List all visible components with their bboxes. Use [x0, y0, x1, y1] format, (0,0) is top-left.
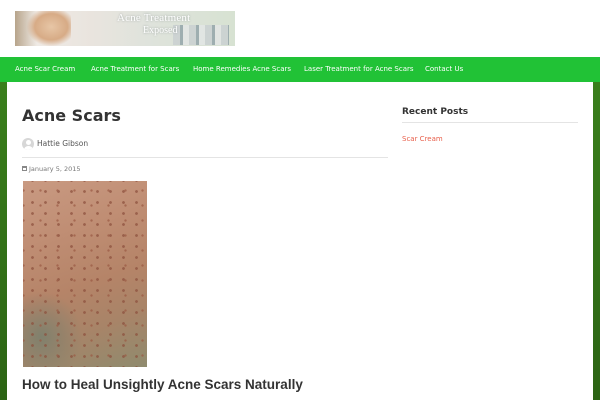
sidebar-widget-title: Recent Posts — [402, 107, 469, 117]
banner-products-image — [173, 25, 229, 45]
background-right-edge — [593, 82, 600, 400]
nav-item-acne-scar-cream[interactable]: Acne Scar Cream — [15, 57, 75, 82]
post-featured-image[interactable] — [23, 181, 147, 367]
post-title[interactable]: Acne Scars — [22, 106, 121, 125]
divider — [22, 157, 388, 158]
sidebar-divider — [402, 122, 578, 123]
banner-title: Acne Treatment — [117, 12, 191, 24]
banner-face-image — [27, 11, 71, 46]
post-heading: How to Heal Unsightly Acne Scars Natural… — [22, 377, 303, 392]
background-left-edge — [0, 82, 7, 400]
calendar-icon — [22, 166, 27, 171]
nav-item-contact-us[interactable]: Contact Us — [425, 57, 463, 82]
image-texture — [23, 181, 147, 367]
main-navigation: Acne Scar Cream Acne Treatment for Scars… — [0, 57, 600, 82]
nav-item-acne-treatment-for-scars[interactable]: Acne Treatment for Scars — [91, 57, 179, 82]
nav-item-home-remedies-acne-scars[interactable]: Home Remedies Acne Scars — [193, 57, 291, 82]
recent-post-link[interactable]: Scar Cream — [402, 135, 443, 143]
banner-subtitle: Exposed — [143, 25, 178, 36]
post-date: January 5, 2015 — [29, 165, 81, 173]
nav-item-laser-treatment-for-acne-scars[interactable]: Laser Treatment for Acne Scars — [304, 57, 414, 82]
content-area: Acne Scars Hattie Gibson January 5, 2015… — [7, 82, 593, 400]
site-header: Acne Treatment Exposed — [0, 0, 600, 57]
post-author[interactable]: Hattie Gibson — [37, 139, 88, 148]
avatar-icon[interactable] — [22, 138, 34, 150]
site-logo-banner[interactable]: Acne Treatment Exposed — [15, 11, 235, 46]
